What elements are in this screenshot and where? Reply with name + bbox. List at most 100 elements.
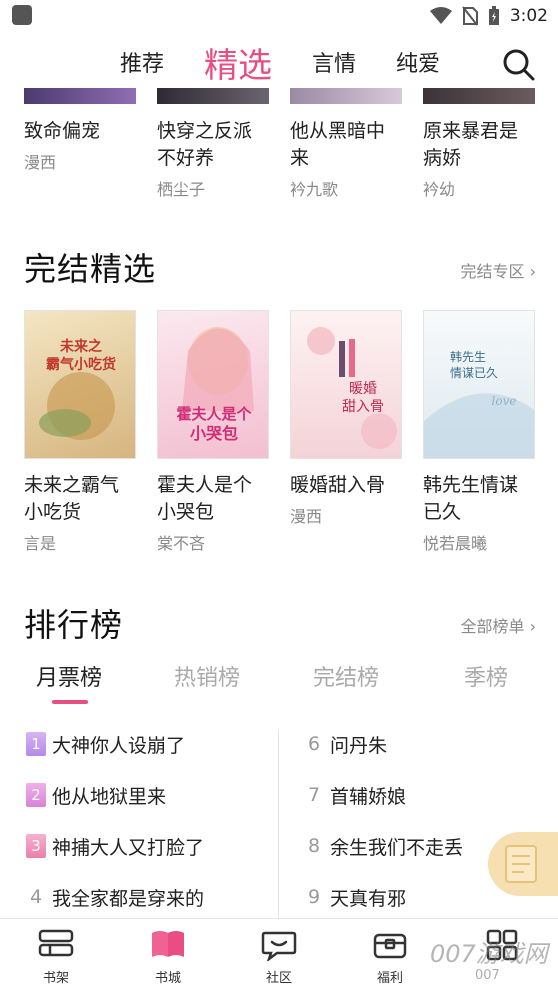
book-title: 未来之霸气小吃货	[24, 474, 120, 523]
floating-book-button[interactable]	[488, 832, 558, 896]
tab-romance[interactable]: 言情	[312, 46, 356, 78]
rank-item[interactable]: 9 天真有邪	[304, 882, 406, 912]
rank-number: 8	[307, 835, 321, 857]
book-cover[interactable]	[24, 88, 136, 104]
tab-featured[interactable]: 精选	[204, 38, 272, 87]
rank-book-name: 大神你人设崩了	[52, 734, 186, 757]
rank-item[interactable]: 6 问丹朱	[304, 729, 387, 759]
book-stack-icon	[505, 845, 537, 883]
book-item[interactable]: 韩先生情谋已久 悦若晨曦	[423, 472, 535, 554]
svg-text:韩先生: 韩先生	[450, 349, 486, 364]
nav-more[interactable]	[462, 927, 542, 967]
nav-bookstore[interactable]: 书城	[128, 927, 208, 986]
treasure-box-icon	[373, 933, 407, 959]
completed-more-link[interactable]: 完结专区 ›	[460, 258, 536, 282]
book-author: 言是	[24, 534, 57, 553]
rank-tab-season[interactable]: 季榜	[464, 660, 508, 692]
book-author: 栖尘子	[157, 180, 206, 199]
nav-label: 福利	[376, 971, 403, 986]
nav-label: 书城	[154, 971, 181, 986]
nav-bookshelf[interactable]: 书架	[16, 927, 96, 986]
status-icons: 3:02	[429, 4, 548, 28]
book-title: 韩先生情谋已久	[423, 474, 519, 523]
open-book-icon	[152, 931, 184, 957]
bookshelf-icon	[38, 929, 74, 957]
ranking-more-link[interactable]: 全部榜单 ›	[460, 613, 536, 637]
svg-text:霸气小吃货: 霸气小吃货	[46, 356, 116, 373]
tab-pure-love[interactable]: 纯爱	[396, 46, 440, 78]
svg-text:love: love	[492, 394, 517, 408]
rank-book-name: 余生我们不走丢	[330, 836, 464, 859]
rank-item[interactable]: 4 我全家都是穿来的	[26, 882, 204, 912]
section-title-ranking: 排行榜	[24, 606, 124, 644]
svg-text:甜入骨: 甜入骨	[342, 399, 384, 415]
svg-text:未来之: 未来之	[60, 338, 102, 355]
book-cover[interactable]: 霍夫人是个 小哭包	[157, 310, 269, 459]
nav-label: 书架	[42, 971, 69, 986]
chevron-right-icon: ›	[529, 262, 536, 281]
search-icon[interactable]	[500, 46, 536, 82]
book-title: 暖婚甜入骨	[290, 474, 386, 496]
status-time: 3:02	[509, 6, 548, 26]
book-cover[interactable]: 未来之 霸气小吃货	[24, 310, 136, 459]
book-cover[interactable]: 暖婚 甜入骨	[290, 310, 402, 459]
chat-icon	[261, 931, 297, 961]
cover-art: 暖婚 甜入骨	[307, 327, 397, 449]
svg-text:情谋已久: 情谋已久	[450, 366, 498, 380]
rank-book-name: 天真有邪	[330, 887, 407, 910]
rank-item[interactable]: 7 首辅娇娘	[304, 780, 406, 810]
book-item[interactable]: 霍夫人是个小哭包 棠不吝	[157, 472, 269, 554]
book-item[interactable]: 未来之霸气小吃货 言是	[24, 472, 136, 554]
book-cover[interactable]	[157, 88, 269, 104]
rank-book-name: 我全家都是穿来的	[52, 887, 205, 910]
rank-item[interactable]: 8 余生我们不走丢	[304, 831, 463, 861]
book-author: 漫西	[24, 153, 57, 172]
book-item[interactable]: 快穿之反派不好养 栖尘子	[157, 118, 269, 200]
book-author: 棠不吝	[157, 534, 206, 553]
book-cover[interactable]: 韩先生 情谋已久 love	[423, 310, 535, 459]
tab-recommend[interactable]: 推荐	[120, 46, 164, 78]
book-cover[interactable]	[290, 88, 402, 104]
rank-item[interactable]: 3 神捕大人又打脸了	[26, 831, 204, 861]
svg-text:小哭包: 小哭包	[190, 424, 238, 443]
ranking-more-label: 全部榜单	[460, 617, 525, 636]
rank-tab-completed[interactable]: 完结榜	[313, 660, 379, 692]
section-title-completed: 完结精选	[24, 250, 157, 288]
top-tab-bar: 推荐 精选 言情 纯爱	[0, 38, 558, 86]
cover-art: 韩先生 情谋已久 love	[424, 349, 534, 458]
rank-tab-bestseller[interactable]: 热销榜	[174, 660, 240, 692]
cover-art: 未来之 霸气小吃货	[39, 338, 116, 440]
nav-welfare[interactable]: 福利	[350, 927, 430, 986]
status-bar: 3:02	[0, 0, 558, 34]
chevron-right-icon: ›	[529, 617, 536, 636]
nav-community[interactable]: 社区	[239, 927, 319, 986]
book-item[interactable]: 原来暴君是病娇 衿幼	[423, 118, 535, 200]
book-cover[interactable]	[423, 88, 535, 104]
cover-art: 霍夫人是个 小哭包	[176, 327, 254, 443]
app-notification-icon	[12, 5, 32, 25]
book-item[interactable]: 致命偏宠 漫西	[24, 118, 136, 173]
rank-tab-indicator	[52, 700, 88, 704]
book-title: 快穿之反派不好养	[157, 120, 253, 169]
rank-item[interactable]: 2 他从地狱里来	[26, 780, 166, 810]
rank-number: 9	[307, 886, 321, 908]
book-author: 漫西	[290, 507, 323, 526]
rank-number: 7	[307, 784, 321, 806]
rank-item[interactable]: 1 大神你人设崩了	[26, 729, 185, 759]
book-item[interactable]: 暖婚甜入骨 漫西	[290, 472, 402, 527]
rank-book-name: 首辅娇娘	[330, 785, 407, 808]
battery-icon	[488, 6, 499, 25]
nav-label: 社区	[265, 971, 292, 986]
rank-badge: 2	[26, 783, 46, 807]
rank-tab-monthly[interactable]: 月票榜	[36, 660, 102, 692]
rank-number: 6	[307, 733, 321, 755]
rank-divider	[278, 730, 279, 918]
rank-book-name: 问丹朱	[330, 734, 388, 757]
rank-book-name: 神捕大人又打脸了	[52, 836, 205, 859]
rank-book-name: 他从地狱里来	[52, 785, 167, 808]
book-author: 衿幼	[423, 180, 456, 199]
svg-text:霍夫人是个: 霍夫人是个	[176, 405, 252, 423]
book-title: 他从黑暗中来	[290, 120, 386, 169]
rank-badge: 1	[26, 732, 46, 756]
book-item[interactable]: 他从黑暗中来 衿九歌	[290, 118, 402, 200]
